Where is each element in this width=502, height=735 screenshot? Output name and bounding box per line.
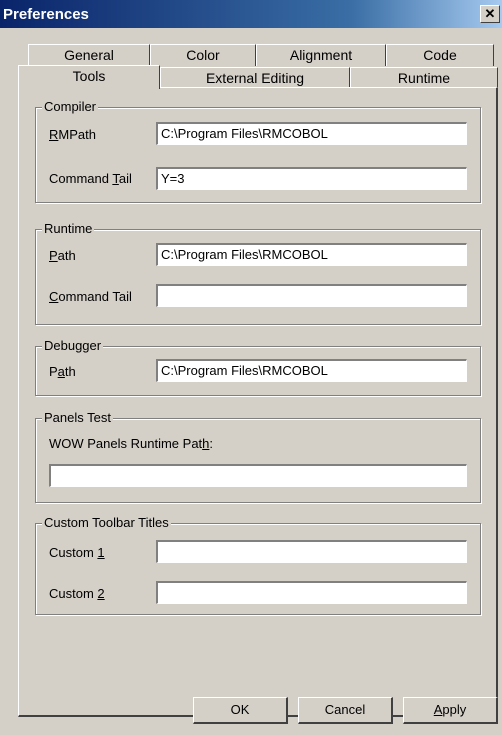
compiler-legend: Compiler (42, 99, 99, 114)
apply-button[interactable]: Apply (403, 697, 498, 724)
custom-1-field[interactable] (156, 540, 467, 563)
runtime-path-field[interactable]: C:\Program Files\RMCOBOL (156, 243, 467, 266)
custom-toolbar-titles-legend: Custom Toolbar Titles (42, 515, 171, 530)
wow-panels-runtime-path-field[interactable] (49, 464, 467, 487)
tab-alignment[interactable]: Alignment (256, 44, 386, 66)
custom-1-label: Custom 1 (49, 545, 105, 560)
compiler-command-tail-label: Command Tail (49, 171, 132, 186)
rmpath-field[interactable]: C:\Program Files\RMCOBOL (156, 122, 467, 145)
custom-2-field[interactable] (156, 581, 467, 604)
tab-general[interactable]: General (28, 44, 150, 66)
tab-tools[interactable]: Tools (18, 65, 160, 89)
tab-runtime[interactable]: Runtime (350, 67, 498, 89)
runtime-legend: Runtime (42, 221, 95, 236)
compiler-command-tail-field[interactable]: Y=3 (156, 167, 467, 190)
panels-test-legend: Panels Test (42, 410, 113, 425)
title-bar[interactable]: Preferences ✕ (0, 0, 502, 28)
tools-tab-panel: Compiler RMPath C:\Program Files\RMCOBOL… (18, 87, 498, 717)
rmpath-label: RMPath (49, 127, 96, 142)
cancel-button[interactable]: Cancel (298, 697, 393, 724)
runtime-path-label: Path (49, 248, 76, 263)
close-icon[interactable]: ✕ (480, 5, 500, 23)
tab-code[interactable]: Code (386, 44, 494, 66)
wow-panels-runtime-path-label: WOW Panels Runtime Path: (49, 436, 214, 451)
window-title: Preferences (3, 6, 89, 23)
debugger-legend: Debugger (42, 338, 104, 353)
debugger-path-label: Path (49, 364, 76, 379)
panels-test-group: Panels Test (35, 410, 481, 503)
runtime-command-tail-field[interactable] (156, 284, 467, 307)
preferences-dialog: Preferences ✕ General Color Alignment Co… (0, 0, 502, 735)
custom-2-label: Custom 2 (49, 586, 105, 601)
tab-external-editing[interactable]: External Editing (160, 67, 350, 89)
runtime-command-tail-label: Command Tail (49, 289, 132, 304)
ok-button[interactable]: OK (193, 697, 288, 724)
debugger-path-field[interactable]: C:\Program Files\RMCOBOL (156, 359, 467, 382)
tab-color[interactable]: Color (150, 44, 256, 66)
